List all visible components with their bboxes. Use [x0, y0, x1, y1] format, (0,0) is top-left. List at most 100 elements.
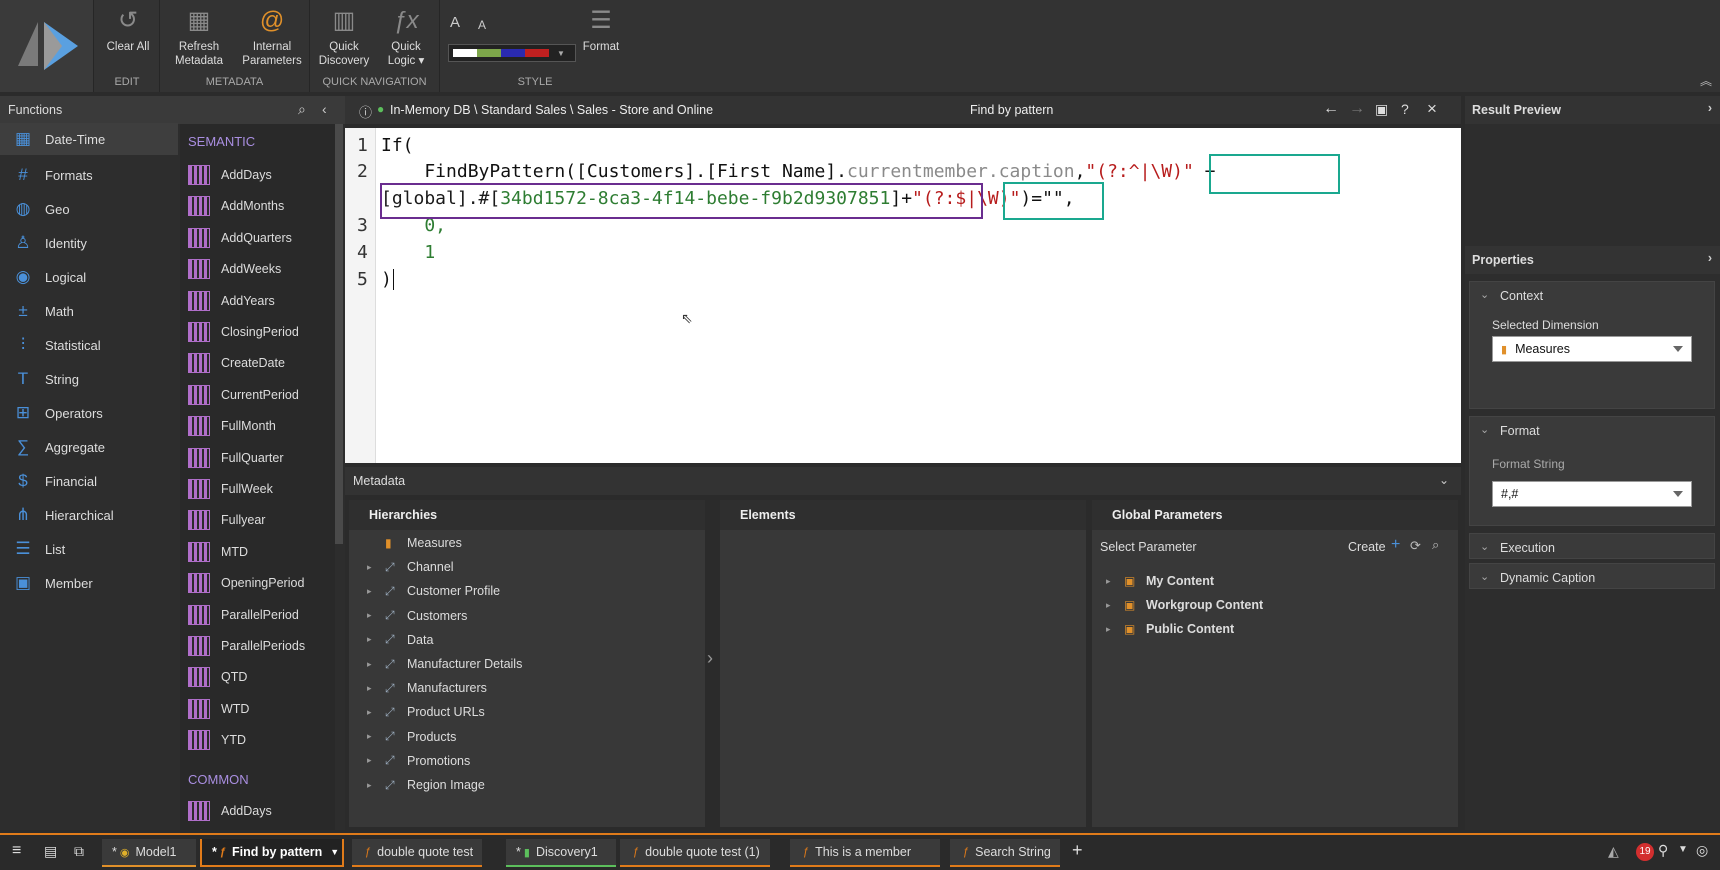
- function-item[interactable]: AddYears: [188, 286, 275, 316]
- tab-find-by-pattern[interactable]: * ƒ Find by pattern ▼: [200, 839, 344, 867]
- function-category-operators[interactable]: ⊞ Operators: [0, 397, 178, 429]
- expand-arrow-icon[interactable]: ▸: [367, 683, 377, 694]
- format-button[interactable]: ☰ Format: [574, 6, 628, 54]
- function-category-date-time[interactable]: ▦ Date-Time: [0, 123, 178, 155]
- expand-arrow-icon[interactable]: ▸: [1106, 624, 1116, 635]
- function-category-member[interactable]: ▣ Member: [0, 567, 178, 599]
- create-button[interactable]: Create: [1348, 540, 1386, 554]
- clear-all-button[interactable]: ↺ Clear All: [100, 6, 156, 54]
- function-item[interactable]: AddWeeks: [188, 254, 281, 284]
- expand-arrow-icon[interactable]: ▸: [367, 610, 377, 621]
- refresh-icon[interactable]: ⟳: [1410, 538, 1421, 554]
- function-category-statistical[interactable]: ⫶ Statistical: [0, 329, 178, 361]
- function-item[interactable]: MTD: [188, 537, 248, 567]
- function-item[interactable]: YTD: [188, 725, 246, 755]
- hierarchy-item[interactable]: ▸ ⤢ Product URLs: [367, 701, 485, 723]
- expand-arrow-icon[interactable]: ▸: [367, 780, 377, 791]
- collapse-ribbon-icon[interactable]: ︽: [1700, 72, 1712, 89]
- function-category-hierarchical[interactable]: ⋔ Hierarchical: [0, 499, 178, 531]
- hierarchy-item[interactable]: ▸ ⤢ Manufacturer Details: [367, 653, 522, 675]
- font-increase-button[interactable]: A: [450, 14, 460, 31]
- tab-double-quote-test-1-[interactable]: ƒ double quote test (1): [620, 839, 770, 867]
- expand-arrow-icon[interactable]: ▸: [367, 659, 377, 670]
- help-icon[interactable]: ?: [1401, 101, 1409, 117]
- add-tab-button[interactable]: +: [1072, 840, 1083, 861]
- chevron-right-icon[interactable]: ›: [1708, 251, 1712, 265]
- info-icon[interactable]: ⓘ: [359, 102, 372, 121]
- function-item[interactable]: AddDays: [188, 160, 272, 190]
- hierarchy-item[interactable]: ▸ ⤢ Customer Profile: [367, 580, 500, 602]
- function-category-math[interactable]: ± Math: [0, 295, 178, 327]
- function-item[interactable]: OpeningPeriod: [188, 568, 304, 598]
- expand-arrow-icon[interactable]: ▸: [367, 755, 377, 766]
- splitter-arrow-icon[interactable]: ›: [707, 648, 713, 669]
- notification-badge[interactable]: 19: [1636, 843, 1654, 861]
- function-category-logical[interactable]: ◉ Logical: [0, 261, 178, 293]
- expand-arrow-icon[interactable]: ▸: [1106, 576, 1116, 587]
- quick-logic-button[interactable]: ƒx Quick Logic ▾: [376, 6, 436, 68]
- refresh-metadata-button[interactable]: ▦ Refresh Metadata: [164, 6, 234, 68]
- back-arrow-icon[interactable]: ←: [1323, 100, 1339, 118]
- search-icon[interactable]: ⌕: [1432, 537, 1439, 553]
- hierarchy-item[interactable]: ▸ ⤢ Channel: [367, 556, 454, 578]
- content-icon[interactable]: ▤: [44, 843, 57, 860]
- menu-icon[interactable]: ≡: [12, 842, 21, 860]
- function-category-aggregate[interactable]: ∑ Aggregate: [0, 431, 178, 463]
- chevron-down-icon[interactable]: ▼: [330, 847, 339, 857]
- dynamic-caption-section[interactable]: ⌄ Dynamic Caption: [1469, 563, 1715, 589]
- pin-icon[interactable]: ⚲: [1658, 842, 1668, 859]
- function-item[interactable]: ParallelPeriod: [188, 600, 299, 630]
- function-item[interactable]: ParallelPeriods: [188, 631, 305, 661]
- function-item[interactable]: FullMonth: [188, 411, 276, 441]
- tab-double-quote-test[interactable]: ƒ double quote test: [352, 839, 482, 867]
- internal-parameters-button[interactable]: @ Internal Parameters: [236, 6, 308, 68]
- hierarchy-item[interactable]: ▸ ⤢ Promotions: [367, 750, 470, 772]
- save-icon[interactable]: ▣: [1375, 101, 1388, 118]
- hierarchy-item[interactable]: ▸ ⤢ Region Image: [367, 774, 485, 796]
- expand-arrow-icon[interactable]: ▸: [1106, 600, 1116, 611]
- hierarchy-item[interactable]: ▸ ⤢ Products: [367, 726, 456, 748]
- selected-dimension-select[interactable]: ▮ Measures: [1492, 336, 1692, 362]
- tab-model1[interactable]: * ◉ Model1: [102, 839, 196, 867]
- tab-this-is-a-member[interactable]: ƒ This is a member: [790, 839, 940, 867]
- global-parameter-folder[interactable]: ▸ ▣ My Content: [1106, 570, 1214, 592]
- function-item[interactable]: CreateDate: [188, 348, 285, 378]
- hierarchy-item[interactable]: ▸ ⤢ Customers: [367, 605, 467, 627]
- function-item[interactable]: QTD: [188, 662, 247, 692]
- function-category-geo[interactable]: ◍ Geo: [0, 193, 178, 225]
- expand-arrow-icon[interactable]: ▸: [367, 562, 377, 573]
- function-item[interactable]: AddQuarters: [188, 223, 292, 253]
- chevron-down-icon[interactable]: ⌄: [1480, 423, 1489, 436]
- function-list-scrollbar[interactable]: [335, 124, 343, 544]
- function-category-identity[interactable]: ♙ Identity: [0, 227, 178, 259]
- function-item[interactable]: CurrentPeriod: [188, 380, 299, 410]
- hierarchy-item[interactable]: ▸ ⤢ Manufacturers: [367, 677, 487, 699]
- expand-arrow-icon[interactable]: ▸: [367, 707, 377, 718]
- forward-arrow-icon[interactable]: →: [1349, 100, 1365, 118]
- execution-section[interactable]: ⌄ Execution: [1469, 533, 1715, 559]
- hierarchy-item[interactable]: ▸ ⤢ Data: [367, 629, 433, 651]
- search-icon[interactable]: ⌕: [298, 101, 306, 118]
- expand-arrow-icon[interactable]: ▸: [367, 634, 377, 645]
- color-palette-dropdown[interactable]: ▼: [448, 44, 576, 62]
- function-category-formats[interactable]: # Formats: [0, 159, 178, 191]
- hierarchy-item[interactable]: ▮ Measures: [367, 532, 462, 554]
- function-item[interactable]: AddMonths: [188, 191, 284, 221]
- font-decrease-button[interactable]: A: [478, 18, 486, 32]
- function-category-list[interactable]: ☰ List: [0, 533, 178, 565]
- function-item[interactable]: AddDays: [188, 796, 272, 826]
- function-item[interactable]: FullQuarter: [188, 443, 284, 473]
- format-string-select[interactable]: #,#: [1492, 481, 1692, 507]
- close-icon[interactable]: ×: [1427, 99, 1437, 119]
- function-item[interactable]: FullWeek: [188, 474, 273, 504]
- chevron-down-icon[interactable]: ⌄: [1439, 473, 1449, 487]
- quick-discovery-button[interactable]: ▥ Quick Discovery: [314, 6, 374, 68]
- function-item[interactable]: ClosingPeriod: [188, 317, 299, 347]
- function-item[interactable]: WTD: [188, 694, 249, 724]
- function-category-financial[interactable]: $ Financial: [0, 465, 178, 497]
- window-icon[interactable]: ⧉: [74, 843, 84, 860]
- global-parameter-folder[interactable]: ▸ ▣ Workgroup Content: [1106, 594, 1263, 616]
- chevron-down-icon[interactable]: ⌄: [1480, 288, 1489, 301]
- plus-icon[interactable]: +: [1391, 536, 1400, 554]
- tab-search-string[interactable]: ƒ Search String: [950, 839, 1060, 867]
